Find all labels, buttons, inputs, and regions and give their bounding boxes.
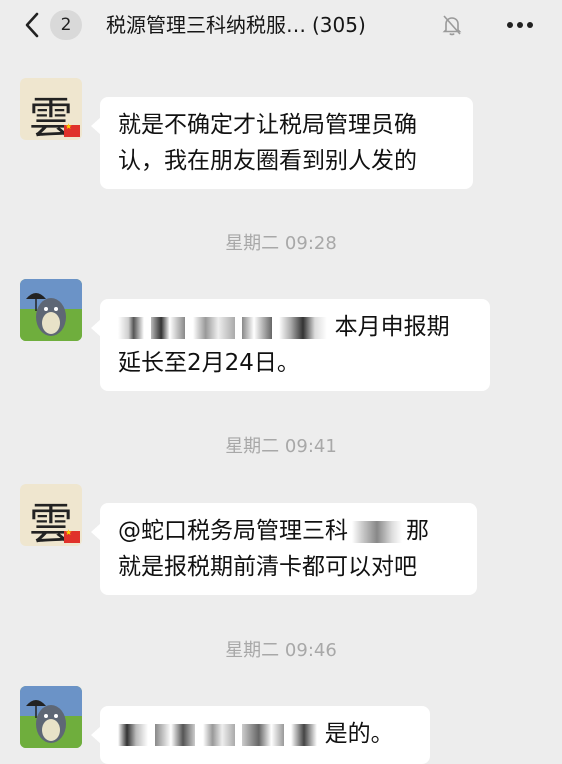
redacted-text	[118, 723, 148, 746]
message-line: 本月申报期	[118, 309, 472, 345]
timestamp: 星期二 09:28	[225, 233, 337, 254]
redacted-text	[279, 316, 328, 339]
timestamp: 星期二 09:46	[225, 640, 337, 661]
timestamp: 星期二 09:41	[225, 436, 337, 457]
mention-text: @蛇口税务局管理三科	[118, 518, 348, 544]
message-bubble[interactable]: 是的。	[91, 706, 430, 764]
redacted-text	[352, 520, 402, 543]
totoro-image	[20, 279, 82, 341]
china-flag-icon	[64, 122, 80, 137]
message-bubble[interactable]: 就是不确定才让税局管理员确 认，我在朋友圈看到别人发的	[91, 97, 473, 189]
redacted-text	[151, 316, 186, 339]
china-flag-icon	[64, 528, 80, 543]
message-line: @蛇口税务局管理三科 那	[118, 513, 459, 549]
mute-bell-icon	[442, 15, 462, 36]
unread-count-badge[interactable]: 2	[50, 10, 82, 40]
message-bubble[interactable]: 本月申报期 延长至2月24日。	[91, 299, 490, 391]
member-count: (305)	[312, 13, 366, 37]
avatar-yun[interactable]: 雲	[20, 78, 82, 140]
message-line: 就是不确定才让税局管理员确	[118, 112, 417, 138]
redacted-text	[291, 723, 318, 746]
redacted-text	[192, 316, 235, 339]
message-line: 就是报税期前清卡都可以对吧	[118, 554, 417, 580]
message-line: 认，我在朋友圈看到别人发的	[118, 148, 417, 174]
redacted-text	[202, 723, 235, 746]
redacted-text	[118, 316, 144, 339]
message-bubble[interactable]: @蛇口税务局管理三科 那 就是报税期前清卡都可以对吧	[91, 503, 477, 595]
chat-title: 税源管理三科纳税服… (305)	[106, 10, 366, 40]
chat-header: 2 税源管理三科纳税服… (305)	[0, 0, 562, 50]
redacted-text	[241, 723, 284, 746]
back-arrow-icon[interactable]	[22, 10, 42, 40]
totoro-image	[20, 686, 82, 748]
more-options-icon[interactable]	[502, 12, 538, 38]
message-text: 本月申报期	[334, 314, 450, 340]
group-name: 税源管理三科纳税服…	[106, 13, 306, 37]
message-line: 是的。	[118, 716, 412, 752]
redacted-text	[155, 723, 196, 746]
avatar-yun[interactable]: 雲	[20, 484, 82, 546]
avatar-totoro[interactable]	[20, 686, 82, 748]
message-text: 那	[406, 518, 429, 544]
message-text: 是的。	[324, 721, 394, 747]
avatar-totoro[interactable]	[20, 279, 82, 341]
redacted-text	[241, 316, 272, 339]
message-line: 延长至2月24日。	[118, 350, 300, 376]
